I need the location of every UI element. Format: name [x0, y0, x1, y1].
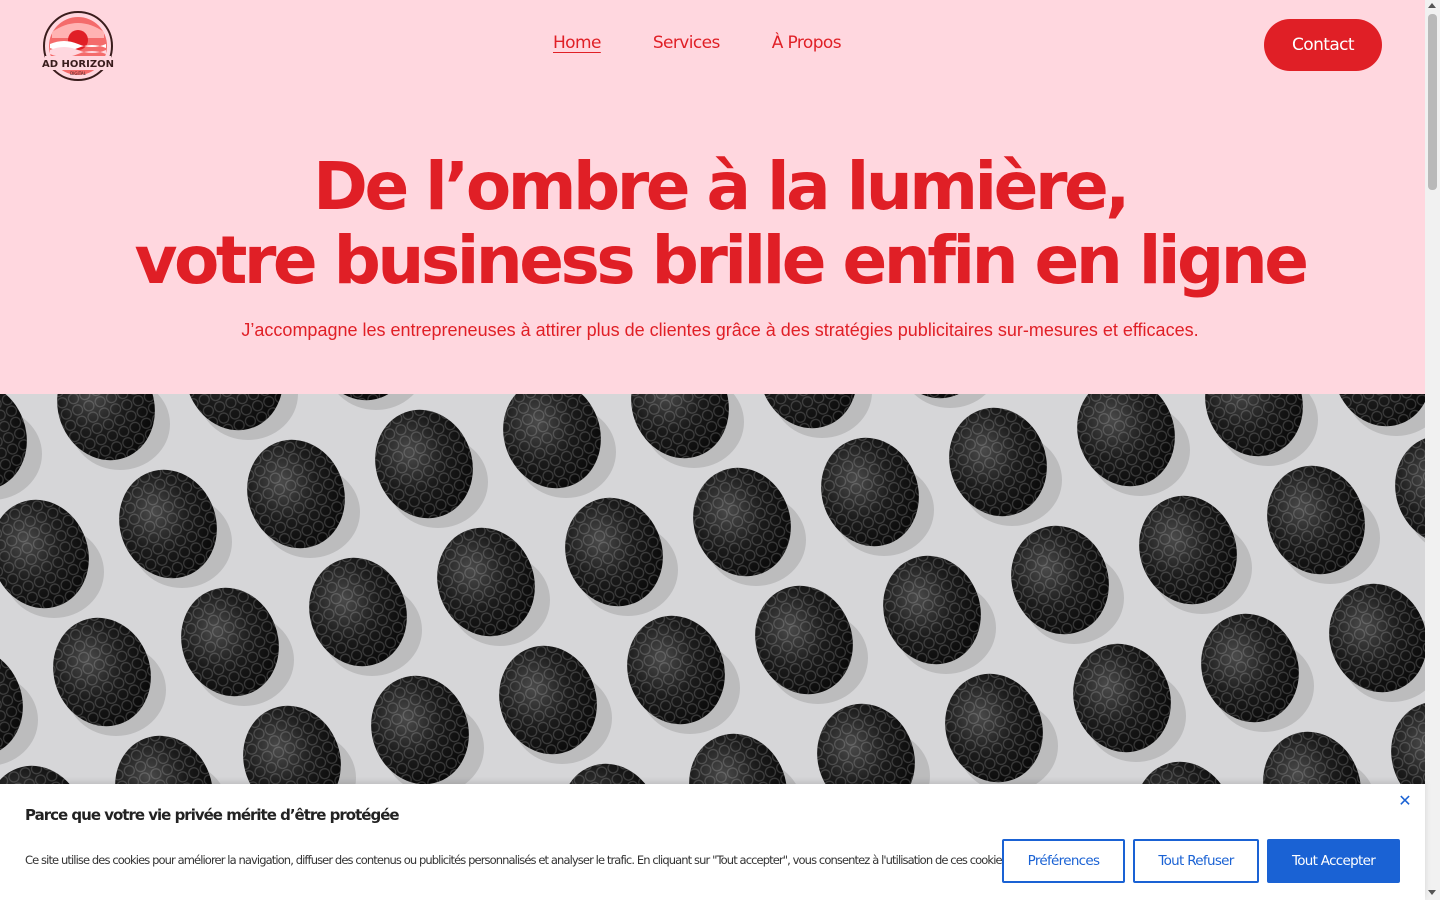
- scroll-down-icon[interactable]: [1428, 890, 1436, 895]
- scroll-thumb[interactable]: [1428, 14, 1437, 190]
- blackberry: [53, 617, 166, 736]
- blackberry: [0, 394, 42, 500]
- contact-button[interactable]: Contact: [1264, 19, 1382, 71]
- nav-services[interactable]: Services: [653, 33, 720, 53]
- blackberry: [693, 467, 806, 586]
- page: AD HORIZON DIGITAL Home Services À Propo…: [0, 0, 1425, 900]
- hero-image-blackberries: [0, 394, 1425, 786]
- blackberry: [1073, 643, 1186, 762]
- hero-title: De l’ombre à la lumière, votre business …: [0, 150, 1425, 298]
- blackberry: [1205, 394, 1318, 466]
- site-header: AD HORIZON DIGITAL Home Services À Propo…: [0, 0, 1425, 92]
- blackberry: [313, 394, 414, 410]
- blackberry: [185, 394, 298, 440]
- hero-title-line1: De l’ombre à la lumière,: [313, 148, 1130, 225]
- hero-title-line2: votre business brille enfin en ligne: [134, 222, 1309, 299]
- blackberry: [181, 587, 294, 706]
- blackberry: [1395, 435, 1425, 545]
- blackberry: [887, 394, 986, 408]
- blackberry: [565, 497, 678, 616]
- blackberry: [755, 585, 868, 704]
- blackberry: [1267, 465, 1380, 584]
- blackberry: [949, 407, 1062, 526]
- accept-all-button[interactable]: Tout Accepter: [1267, 839, 1400, 883]
- cookie-banner: Parce que votre vie privée mérite d’être…: [0, 784, 1425, 900]
- logo-icon: AD HORIZON DIGITAL: [42, 11, 114, 81]
- blackberry: [375, 409, 488, 528]
- blackberry: [1139, 495, 1252, 614]
- blackberry: [243, 705, 356, 786]
- blackberry: [1333, 394, 1425, 436]
- blackberry: [1201, 613, 1314, 732]
- scroll-up-icon[interactable]: [1428, 3, 1436, 8]
- berries-illustration: [0, 394, 1425, 786]
- blackberry: [627, 615, 740, 734]
- nav-home[interactable]: Home: [553, 33, 601, 53]
- blackberry: [371, 675, 484, 786]
- scrollbar[interactable]: [1425, 0, 1440, 900]
- blackberry: [1329, 583, 1425, 702]
- blackberry: [309, 557, 422, 676]
- preferences-button[interactable]: Préférences: [1002, 839, 1125, 883]
- blackberry: [1391, 701, 1425, 786]
- blackberry: [0, 499, 104, 618]
- cookie-text: Ce site utilise des cookies pour amélior…: [25, 853, 1010, 867]
- logo-text: AD HORIZON: [42, 59, 114, 70]
- blackberry: [119, 469, 232, 588]
- blackberry: [883, 555, 996, 674]
- blackberry: [503, 394, 616, 498]
- hero-subtitle: J’accompagne les entrepreneuses à attire…: [241, 320, 1199, 340]
- blackberry: [499, 645, 612, 764]
- blackberry: [945, 673, 1058, 786]
- blackberry: [437, 527, 550, 646]
- blackberry: [1077, 394, 1190, 496]
- nav-a-propos[interactable]: À Propos: [772, 33, 842, 53]
- blackberry: [57, 394, 170, 470]
- refuse-all-button[interactable]: Tout Refuser: [1133, 839, 1259, 883]
- blackberry: [821, 437, 934, 556]
- blackberry: [1011, 525, 1124, 644]
- logo-subtext: DIGITAL: [70, 71, 86, 76]
- close-icon[interactable]: ✕: [1397, 794, 1413, 810]
- logo[interactable]: AD HORIZON DIGITAL: [42, 10, 114, 82]
- blackberry: [0, 647, 38, 765]
- blackberry: [817, 703, 930, 786]
- blackberry: [759, 394, 872, 438]
- blackberry: [247, 439, 360, 558]
- blackberry: [631, 394, 744, 468]
- main-nav: Home Services À Propos: [553, 33, 893, 53]
- cookie-title: Parce que votre vie privée mérite d’être…: [25, 806, 400, 824]
